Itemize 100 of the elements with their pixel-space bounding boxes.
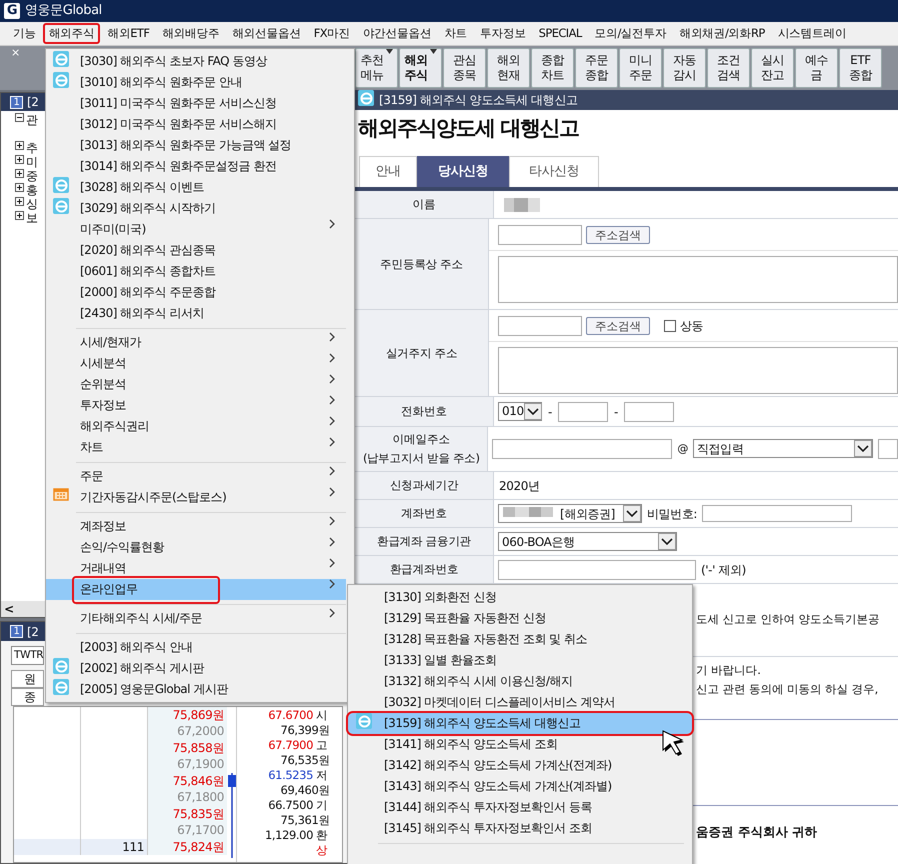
input-field[interactable] bbox=[498, 224, 582, 244]
menu-item[interactable]: 해외ETF bbox=[101, 23, 156, 44]
collapse-icon[interactable] bbox=[15, 113, 24, 122]
domain-select[interactable]: 직접입력 bbox=[693, 439, 873, 458]
input-field[interactable] bbox=[878, 439, 898, 459]
input-field[interactable] bbox=[492, 439, 672, 459]
menu-item[interactable]: FX마진 bbox=[308, 23, 356, 44]
menu-item[interactable]: [2000] 해외주식 주문종합 bbox=[46, 282, 346, 303]
menu-item[interactable]: [3141] 해외주식 양도소득세 조회 bbox=[348, 734, 692, 755]
expand-icon[interactable] bbox=[15, 141, 24, 150]
tree-item[interactable]: 홍 bbox=[26, 183, 38, 197]
tree-item[interactable]: 중 bbox=[26, 169, 38, 183]
toolbar-button[interactable]: 주문 종합 bbox=[575, 48, 618, 88]
tree-item[interactable]: 추 bbox=[26, 141, 38, 155]
menu-item[interactable]: 주문 bbox=[46, 466, 346, 487]
menu-item[interactable]: [2005] 영웅문Global 게시판 bbox=[46, 679, 346, 700]
toolbar-button[interactable]: 조건 검색 bbox=[707, 48, 750, 88]
password-field[interactable] bbox=[702, 505, 852, 522]
toolbar-button[interactable]: 종합 차트 bbox=[531, 48, 574, 88]
tree-item[interactable]: 보 bbox=[26, 211, 38, 225]
menu-item[interactable]: [3143] 해외주식 양도소득세 가계산(계좌별) bbox=[348, 776, 692, 797]
menu-item[interactable]: [3029] 해외주식 시작하기 bbox=[46, 198, 346, 219]
toolbar-button[interactable]: 해외 현재 bbox=[487, 48, 530, 88]
input-field[interactable] bbox=[498, 560, 696, 580]
toolbar-button[interactable]: 관심 종목 bbox=[443, 48, 486, 88]
menu-item[interactable]: [3142] 해외주식 양도소득세 가계산(전계좌) bbox=[348, 755, 692, 776]
menu-item[interactable]: 해외주식 bbox=[42, 23, 100, 44]
expand-icon[interactable] bbox=[15, 211, 24, 220]
address-field[interactable] bbox=[498, 256, 898, 303]
menu-item[interactable]: [3129] 목표환율 자동환전 신청 bbox=[348, 608, 692, 629]
menu-item[interactable]: 거래내역 bbox=[46, 558, 346, 579]
menu-item[interactable]: [2003] 해외주식 안내 bbox=[46, 637, 346, 658]
tab[interactable]: 타사신청 bbox=[509, 156, 599, 187]
menu-item[interactable]: 시세/현재가 bbox=[46, 332, 346, 353]
menu-item[interactable]: [3014] 해외주식 원화주문설정금 환전 bbox=[46, 156, 346, 177]
menu-item[interactable]: [3128] 목표환율 자동환전 조회 및 취소 bbox=[348, 629, 692, 650]
menu-item[interactable]: [3145] 해외주식 투자자정보확인서 조회 bbox=[348, 818, 692, 839]
expand-icon[interactable] bbox=[15, 197, 24, 206]
menu-item[interactable]: [3133] 일별 환율조회 bbox=[348, 650, 692, 671]
menu-item[interactable]: 투자정보 bbox=[474, 23, 532, 44]
menu-item[interactable]: 야간선물옵션 bbox=[356, 23, 438, 44]
symbol-field[interactable]: TWTR bbox=[11, 646, 44, 665]
toolbar-button[interactable]: 추천 메뉴 bbox=[355, 48, 398, 88]
menu-item[interactable]: 계좌정보 bbox=[46, 516, 346, 537]
toolbar-button[interactable]: 예수 금 bbox=[795, 48, 838, 88]
toolbar-button[interactable]: 자동 감시 bbox=[663, 48, 706, 88]
menu-item[interactable]: 기타해외주식 시세/주문 bbox=[46, 608, 346, 629]
tree-item[interactable]: 싱 bbox=[26, 197, 38, 211]
expand-icon[interactable] bbox=[15, 183, 24, 192]
menu-item[interactable]: [3013] 해외주식 원화주문 가능금액 설정 bbox=[46, 135, 346, 156]
account-select[interactable]: [해외증권] bbox=[498, 504, 642, 523]
toolbar-button[interactable]: 미니 주문 bbox=[619, 48, 662, 88]
menu-item[interactable]: 미주미(미국) bbox=[46, 219, 346, 240]
expand-icon[interactable] bbox=[15, 155, 24, 164]
menu-item[interactable]: 투자정보 bbox=[46, 395, 346, 416]
address-search-button[interactable]: 주소검색 bbox=[586, 226, 650, 244]
phone-prefix-select[interactable]: 010 bbox=[498, 402, 542, 420]
tab[interactable]: 당사신청 bbox=[417, 156, 509, 187]
checkbox[interactable] bbox=[664, 320, 676, 332]
menu-item[interactable]: 해외선물옵션 bbox=[226, 23, 307, 44]
menu-item[interactable]: 시스템트레이 bbox=[772, 23, 852, 44]
menu-item[interactable]: 해외채권/외화RP bbox=[673, 23, 771, 44]
menu-item[interactable]: [3011] 미국주식 원화주문 서비스신청 bbox=[46, 93, 346, 114]
menu-item[interactable]: [3144] 해외주식 투자자정보확인서 등록 bbox=[348, 797, 692, 818]
input-field[interactable] bbox=[624, 402, 674, 422]
address-search-button[interactable]: 주소검색 bbox=[586, 316, 650, 334]
menu-item[interactable]: 손익/수익률현황 bbox=[46, 537, 346, 558]
expand-icon[interactable] bbox=[15, 169, 24, 178]
menu-item[interactable]: 기능 bbox=[7, 23, 42, 44]
toolbar-button[interactable]: 해외 주식 bbox=[399, 48, 442, 88]
scroll-left-button[interactable]: < bbox=[1, 600, 17, 618]
input-field[interactable] bbox=[498, 316, 582, 336]
menu-item[interactable]: 기간자동감시주문(스탑로스) bbox=[46, 487, 346, 508]
menu-item[interactable]: [0601] 해외주식 종합차트 bbox=[46, 261, 346, 282]
menu-item[interactable]: [3132] 해외주식 시세 이용신청/해지 bbox=[348, 671, 692, 692]
menu-item[interactable]: 차트 bbox=[438, 23, 474, 44]
menu-item[interactable]: [2002] 해외주식 게시판 bbox=[46, 658, 346, 679]
menu-item[interactable]: [3030] 해외주식 초보자 FAQ 동영상 bbox=[46, 51, 346, 72]
toolbar-button[interactable]: ETF 종합 bbox=[839, 48, 882, 88]
address-field[interactable] bbox=[498, 347, 898, 394]
menu-item[interactable]: [3010] 해외주식 원화주문 안내 bbox=[46, 72, 346, 93]
menu-item[interactable]: 모의/실전투자 bbox=[588, 23, 672, 44]
menu-item[interactable]: SPECIAL bbox=[532, 23, 588, 44]
menu-item[interactable]: [3028] 해외주식 이벤트 bbox=[46, 177, 346, 198]
menu-item[interactable]: 해외배당주 bbox=[156, 23, 226, 44]
menu-item[interactable]: 해외주식권리 bbox=[46, 416, 346, 437]
menu-item[interactable]: [3012] 미국주식 원화주문 서비스해지 bbox=[46, 114, 346, 135]
menu-item[interactable]: [2020] 해외주식 관심종목 bbox=[46, 240, 346, 261]
menu-item[interactable]: [2430] 해외주식 리서치 bbox=[46, 303, 346, 324]
menu-item[interactable]: 시세분석 bbox=[46, 353, 346, 374]
bank-select[interactable]: 060-BOA은행 bbox=[498, 532, 677, 551]
menu-item[interactable]: [3130] 외화환전 신청 bbox=[348, 587, 692, 608]
menu-item[interactable]: 차트 bbox=[46, 437, 346, 458]
tree-item[interactable]: 관 bbox=[26, 113, 38, 127]
toolbar-button[interactable]: 실시 잔고 bbox=[751, 48, 794, 88]
input-field[interactable] bbox=[558, 402, 608, 422]
menu-item[interactable]: [3032] 마켓데이터 디스플레이서비스 계약서 bbox=[348, 692, 692, 713]
tab[interactable]: 안내 bbox=[359, 156, 417, 187]
tree-item[interactable]: 미 bbox=[26, 155, 38, 169]
menu-item[interactable]: 순위분석 bbox=[46, 374, 346, 395]
